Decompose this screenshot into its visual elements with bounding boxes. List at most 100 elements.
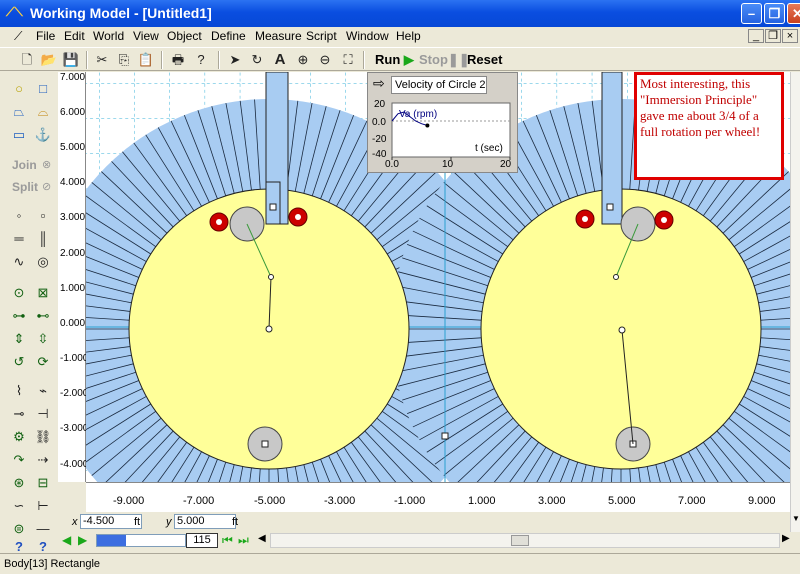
pulley-tool-icon[interactable]: ⛓ <box>32 426 54 448</box>
y-coord-input[interactable]: 5.000 <box>174 514 236 529</box>
arrow-select-icon[interactable]: ➤ <box>226 51 244 69</box>
square-point-tool-icon[interactable]: ▫ <box>32 205 54 227</box>
copy-icon[interactable]: ⎘ <box>115 51 133 69</box>
close-button[interactable]: ✕ <box>787 3 800 24</box>
menu-edit[interactable]: Edit <box>64 29 85 43</box>
motor-tool-icon[interactable]: ⊛ <box>8 472 30 494</box>
vertical-scrollbar[interactable]: ▼ <box>790 72 800 532</box>
horizontal-ruler: -9.000 -7.000 -5.000 -3.000 -1.000 1.000… <box>86 482 790 512</box>
step-back-icon[interactable]: ⏮ <box>222 533 233 548</box>
tape-progress <box>97 535 127 546</box>
doc-icon[interactable]: ⟋ <box>14 29 22 44</box>
frame-counter[interactable]: 115 <box>186 533 218 548</box>
spring-tool-icon[interactable]: ⌁ <box>32 380 54 402</box>
maximize-button[interactable]: ❐ <box>764 3 785 24</box>
circle-tool-icon[interactable]: ○ <box>8 78 30 100</box>
title-bar[interactable]: ⟋⟍ Working Model - [Untitled1] – ❐ ✕ <box>0 0 800 27</box>
menu-script[interactable]: Script <box>306 29 337 43</box>
menu-file[interactable]: File <box>36 29 55 43</box>
minimize-button[interactable]: – <box>741 3 762 24</box>
run-button[interactable]: Run ▶ <box>375 52 414 68</box>
playback-bar: ◀ ▶ 115 ⏮ ⏭ ◀ ▶ <box>58 532 800 550</box>
zoom-out-icon[interactable]: ⊖ <box>316 51 334 69</box>
curved-slot-tool-icon[interactable]: ∿ <box>8 251 30 273</box>
meter-x-tick: 10 <box>442 159 454 170</box>
scroll-down-icon[interactable]: ▼ <box>792 514 800 523</box>
y-coord-unit: ft <box>232 516 239 528</box>
hscroll-right-icon[interactable]: ▶ <box>782 533 790 544</box>
anchor-tool-icon[interactable]: ⚓ <box>32 124 54 146</box>
play-forward-icon[interactable]: ▶ <box>78 533 87 547</box>
rotational-spring-tool-icon[interactable]: ∽ <box>8 495 30 517</box>
rope-tool-icon[interactable]: ⌇ <box>8 380 30 402</box>
rigid-joint-tool-icon[interactable]: ⊠ <box>32 282 54 304</box>
point-tool-icon[interactable]: ◦ <box>8 205 30 227</box>
rotate-icon[interactable]: ↻ <box>248 51 266 69</box>
open-folder-icon[interactable]: 📂 <box>40 51 58 69</box>
annotation-note[interactable]: Most interesting, this "Immersion Princi… <box>634 72 784 180</box>
help-pointer-icon[interactable]: ? <box>192 51 210 69</box>
left-pivot <box>268 274 274 280</box>
app-logo-icon: ⟋⟍ <box>6 5 23 19</box>
curved-joint-tool-icon[interactable]: ↺ <box>8 351 30 373</box>
reset-button[interactable]: Reset <box>467 52 502 67</box>
menu-define[interactable]: Define <box>211 29 246 43</box>
spring-damper-tool-icon[interactable]: ⊣ <box>32 403 54 425</box>
square-tool-icon[interactable]: □ <box>32 78 54 100</box>
slot-joint-tool-icon[interactable]: ⊷ <box>32 305 54 327</box>
y-tick-label: 5.000 <box>60 142 86 153</box>
zoom-in-icon[interactable]: ⊕ <box>294 51 312 69</box>
damper-tool-icon[interactable]: ⊸ <box>8 403 30 425</box>
menu-view[interactable]: View <box>133 29 159 43</box>
velocity-meter[interactable]: ⇨ Velocity of Circle 2 Va (rpm) t (sec) … <box>367 72 518 173</box>
cut-icon[interactable]: ✂ <box>93 51 111 69</box>
tape-track[interactable] <box>96 534 186 547</box>
force-tool-icon[interactable]: ⇢ <box>32 449 54 471</box>
rewind-icon[interactable]: ◀ <box>62 533 71 547</box>
step-forward-icon[interactable]: ⏭ <box>238 533 249 548</box>
text-tool-icon[interactable]: A <box>271 51 289 69</box>
mdi-minimize-button[interactable]: _ <box>748 29 764 43</box>
vertical-keyed-tool-icon[interactable]: ⇳ <box>32 328 54 350</box>
slot-horizontal-tool-icon[interactable]: ═ <box>8 228 30 250</box>
paste-icon[interactable]: 📋 <box>137 51 155 69</box>
closed-curve-joint-tool-icon[interactable]: ⟳ <box>32 351 54 373</box>
new-file-icon[interactable]: 🗋 <box>18 51 36 69</box>
save-icon[interactable]: 💾 <box>62 51 80 69</box>
split-button[interactable]: Split <box>12 180 38 194</box>
mdi-restore-button[interactable]: ❐ <box>765 29 781 43</box>
join-button[interactable]: Join <box>12 158 37 172</box>
horizontal-scrollbar[interactable] <box>270 533 780 548</box>
menu-object[interactable]: Object <box>167 29 202 43</box>
gear-tool-icon[interactable]: ⚙ <box>8 426 30 448</box>
toolbar-separator <box>86 51 88 69</box>
left-center-pin <box>265 325 273 333</box>
zoom-fit-icon[interactable]: ⛶ <box>339 51 357 69</box>
menu-help[interactable]: Help <box>396 29 421 43</box>
hscroll-left-icon[interactable]: ◀ <box>258 533 266 544</box>
keyed-slot-tool-icon[interactable]: ⊶ <box>8 305 30 327</box>
actuator-tool-icon[interactable]: ⊟ <box>32 472 54 494</box>
slot-vertical-tool-icon[interactable]: ║ <box>32 228 54 250</box>
curved-body-tool-icon[interactable]: ⌓ <box>32 101 54 123</box>
menu-measure[interactable]: Measure <box>255 29 302 43</box>
stop-button[interactable]: Stop❚❚ <box>419 52 470 68</box>
polygon-tool-icon[interactable]: ⏢ <box>8 101 30 123</box>
separator-tool-icon[interactable]: ⊢ <box>32 495 54 517</box>
menu-world[interactable]: World <box>93 29 124 43</box>
torque-tool-icon[interactable]: ↷ <box>8 449 30 471</box>
rectangle-tool-icon[interactable]: ▭ <box>8 124 30 146</box>
y-tick-label: 7.000 <box>60 72 86 83</box>
print-icon[interactable]: 🖶 <box>169 51 187 69</box>
pin-joint-tool-icon[interactable]: ⊙ <box>8 282 30 304</box>
closed-slot-tool-icon[interactable]: ◎ <box>32 251 54 273</box>
menu-window[interactable]: Window <box>346 29 389 43</box>
right-red-pin-center <box>582 216 588 222</box>
meter-arrow-icon[interactable]: ⇨ <box>373 75 385 92</box>
vertical-slot-tool-icon[interactable]: ⇕ <box>8 328 30 350</box>
coordinates-bar: x -4.500 ft y 5.000 ft <box>58 512 790 532</box>
mdi-close-button[interactable]: × <box>782 29 798 43</box>
meter-y-tick: 20 <box>374 99 386 110</box>
x-coord-input[interactable]: -4.500 <box>80 514 142 529</box>
hscroll-thumb[interactable] <box>511 535 529 546</box>
